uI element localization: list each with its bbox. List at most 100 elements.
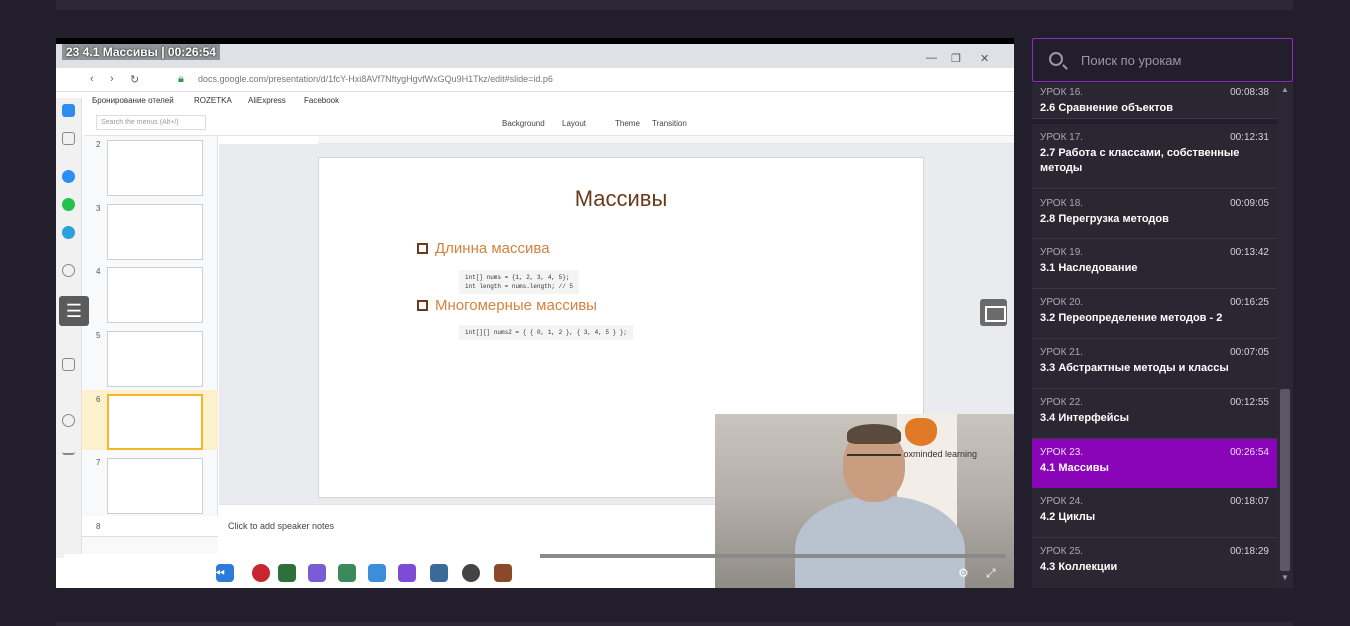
scrollbar-thumb[interactable] bbox=[1280, 389, 1290, 571]
toolbar-transition: Transition bbox=[652, 119, 687, 128]
taskbar-app-icon bbox=[494, 564, 512, 582]
lesson-item-active[interactable]: УРОК 23. 00:26:54 4.1 Массивы bbox=[1032, 439, 1277, 489]
lesson-number: УРОК 25. bbox=[1040, 546, 1084, 557]
lesson-duration: 00:26:54 bbox=[1230, 447, 1269, 458]
progress-fill bbox=[64, 554, 540, 558]
close-icon: ✕ bbox=[980, 53, 990, 65]
playlist-icon[interactable]: ☰ bbox=[59, 296, 89, 326]
video-player[interactable]: — ❐ ✕ ‹ › ↻ 🔒︎ docs.google.com/presentat… bbox=[56, 38, 1014, 588]
taskbar-app-icon bbox=[278, 564, 296, 582]
toolbar-layout: Layout bbox=[562, 119, 587, 128]
lesson-number: УРОК 24. bbox=[1040, 496, 1084, 507]
store-icon bbox=[62, 132, 75, 145]
bookmark-item: Бронирование отелей bbox=[92, 96, 174, 105]
heart-icon bbox=[62, 358, 75, 371]
lesson-item[interactable]: УРОК 16. 00:08:38 2.6 Сравнение объектов bbox=[1032, 83, 1277, 119]
player-controls: ▶ 🔊︎ 13:35 / 26:53 ⏮ ⏭ ⚙ ⤢ bbox=[56, 562, 1014, 588]
lesson-duration: 00:08:38 bbox=[1230, 87, 1269, 98]
forward-icon: › bbox=[110, 73, 114, 85]
code-line: int[][] nums2 = { { 0, 1, 2 }, { 3, 4, 5… bbox=[465, 329, 628, 336]
lesson-number: УРОК 23. bbox=[1040, 447, 1084, 458]
home-icon bbox=[62, 104, 75, 117]
messenger-icon bbox=[62, 170, 75, 183]
lesson-number: УРОК 22. bbox=[1040, 397, 1084, 408]
scroll-up-icon[interactable]: ▲ bbox=[1277, 83, 1293, 97]
lesson-number: УРОК 16. bbox=[1040, 87, 1084, 98]
volume-icon[interactable]: 🔊︎ bbox=[106, 566, 114, 581]
time-display: 13:35 / 26:53 bbox=[138, 568, 197, 579]
play-icon[interactable]: ▶ bbox=[76, 566, 85, 580]
search-placeholder: Поиск по урокам bbox=[1081, 53, 1182, 68]
slide-thumbnail bbox=[107, 267, 203, 323]
taskbar-app-icon bbox=[462, 564, 480, 582]
webcam-logo-text: foxminded learning bbox=[901, 449, 978, 459]
twitch-icon bbox=[398, 564, 416, 582]
presenter-glasses bbox=[847, 454, 901, 466]
lesson-title: 2.6 Сравнение объектов bbox=[1040, 102, 1173, 114]
settings-gear-icon[interactable]: ⚙ bbox=[958, 566, 969, 580]
lesson-duration: 00:07:05 bbox=[1230, 347, 1269, 358]
lesson-title: 3.1 Наследование bbox=[1040, 262, 1138, 274]
lesson-list: УРОК 16. 00:08:38 2.6 Сравнение объектов УР… bbox=[1032, 83, 1277, 588]
lesson-title: 2.8 Перегрузка методов bbox=[1040, 213, 1169, 225]
ruler bbox=[318, 136, 1014, 144]
lesson-item[interactable]: УРОК 22. 00:12:55 3.4 Интерфейсы bbox=[1032, 389, 1277, 439]
bookmark-item: Facebook bbox=[304, 96, 340, 105]
thumb-number: 6 bbox=[96, 395, 101, 404]
lesson-item[interactable]: УРОК 17. 00:12:31 2.7 Работа с классами, с… bbox=[1032, 124, 1277, 189]
lesson-number: УРОК 18. bbox=[1040, 198, 1084, 209]
slide-thumbnail bbox=[107, 331, 203, 387]
maximize-icon: ❐ bbox=[951, 53, 961, 65]
browser-url: docs.google.com/presentation/d/1fcY-Hxi8… bbox=[198, 74, 553, 84]
slide-title: Массивы bbox=[574, 186, 668, 211]
minimize-icon: — bbox=[926, 52, 937, 64]
thumb-number: 7 bbox=[96, 458, 101, 467]
browser-address-bar: ‹ › ↻ 🔒︎ docs.google.com/presentation/d/… bbox=[56, 68, 1014, 92]
lesson-item[interactable]: УРОК 19. 00:13:42 3.1 Наследование bbox=[1032, 239, 1277, 289]
lesson-number: УРОК 21. bbox=[1040, 347, 1084, 358]
fullscreen-icon[interactable]: ⤢ bbox=[986, 566, 996, 581]
lesson-title: 3.2 Переопределение методов - 2 bbox=[1040, 312, 1223, 324]
lesson-item[interactable]: УРОК 24. 00:18:07 4.2 Циклы bbox=[1032, 488, 1277, 538]
lesson-item[interactable]: УРОК 18. 00:09:05 2.8 Перегрузка методов bbox=[1032, 190, 1277, 239]
telegram-icon bbox=[62, 226, 75, 239]
lesson-item[interactable]: УРОК 21. 00:07:05 3.3 Абстрактные методы и… bbox=[1032, 339, 1277, 389]
progress-bar[interactable] bbox=[64, 554, 1006, 558]
toolbar-background: Background bbox=[502, 119, 545, 128]
code-line: int[] nums = {1, 2, 3, 4, 5}; bbox=[465, 274, 570, 281]
slide-thumbnail-active bbox=[107, 394, 203, 450]
lesson-duration: 00:16:25 bbox=[1230, 297, 1269, 308]
code-line: int length = nums.length; // 5 bbox=[465, 283, 574, 290]
slide-filmstrip: 2 3 4 5 6 7 8 bbox=[82, 136, 218, 531]
lesson-duration: 00:09:05 bbox=[1230, 198, 1269, 209]
lesson-title: 3.3 Абстрактные методы и классы bbox=[1040, 362, 1229, 374]
thumb-number: 5 bbox=[96, 331, 101, 340]
lesson-item[interactable]: УРОК 25. 00:18:29 4.3 Коллекции bbox=[1032, 538, 1277, 588]
lock-icon: 🔒︎ bbox=[178, 73, 184, 85]
video-title: 23 4.1 Массивы | 00:26:54 bbox=[62, 44, 220, 60]
lesson-title: 4.3 Коллекции bbox=[1040, 561, 1118, 573]
lesson-title: 4.2 Циклы bbox=[1040, 511, 1096, 523]
bookmarks-bar: Бронирование отелей ROZETKA AliExpress F… bbox=[84, 92, 1014, 110]
lesson-title: 3.4 Интерфейсы bbox=[1040, 412, 1129, 424]
whatsapp-icon bbox=[62, 198, 75, 211]
checkbox-bullet-icon bbox=[417, 300, 428, 311]
thumb-number: 2 bbox=[96, 140, 101, 149]
speaker-notes-text: Click to add speaker notes bbox=[228, 521, 335, 531]
scrollbar[interactable]: ▲ ▼ bbox=[1277, 83, 1293, 588]
lesson-item[interactable]: УРОК 20. 00:16:25 3.2 Переопределение мето… bbox=[1032, 289, 1277, 339]
lesson-duration: 00:12:31 bbox=[1230, 132, 1269, 143]
toolbar-theme: Theme bbox=[615, 119, 640, 128]
picture-in-picture-icon[interactable] bbox=[980, 299, 1007, 326]
skip-back-icon[interactable]: ⏮ bbox=[214, 566, 225, 581]
download-icon bbox=[62, 442, 75, 455]
slide-bullet: Многомерные массивы bbox=[417, 297, 597, 314]
filmstrip-view-toggle bbox=[82, 536, 218, 556]
slide-bullet: Длинна массива bbox=[417, 240, 550, 257]
lesson-duration: 00:18:29 bbox=[1230, 546, 1269, 557]
scroll-down-icon[interactable]: ▼ bbox=[1277, 571, 1293, 585]
fox-logo-icon bbox=[905, 418, 937, 446]
thumb-number: 4 bbox=[96, 267, 101, 276]
lesson-search[interactable]: Поиск по урокам bbox=[1032, 38, 1293, 82]
slides-toolbar: Search the menus (Alt+/) Background Layo… bbox=[84, 110, 1014, 136]
